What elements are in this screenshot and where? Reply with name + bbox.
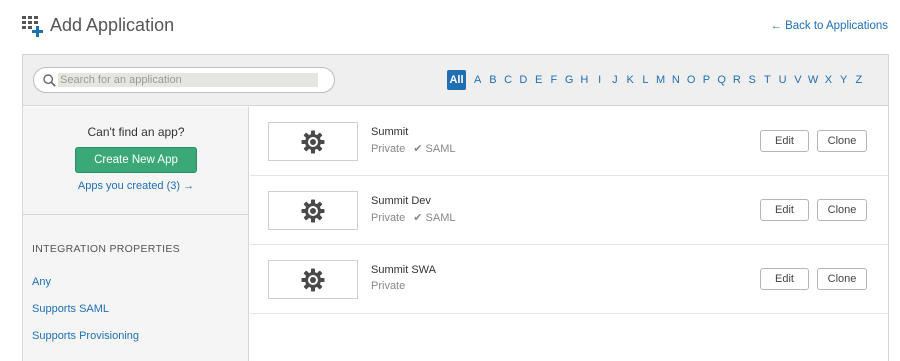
alpha-filter-c[interactable]: C	[501, 70, 516, 90]
alpha-filter-all[interactable]: All	[447, 70, 466, 90]
alpha-filter-u[interactable]: U	[775, 70, 790, 90]
gear-icon	[301, 199, 325, 222]
alpha-filter-m[interactable]: M	[653, 70, 668, 90]
create-new-app-button[interactable]: Create New App	[75, 147, 197, 173]
app-meta: Private ✔ SAML	[371, 142, 455, 155]
app-row: Summit Private ✔ SAML Edit Clone	[250, 107, 888, 176]
alpha-filter-k[interactable]: K	[623, 70, 638, 90]
clone-button[interactable]: Clone	[817, 130, 867, 152]
property-any-link[interactable]: Any	[32, 276, 51, 288]
alpha-filter-b[interactable]: B	[485, 70, 500, 90]
alpha-filter-n[interactable]: N	[668, 70, 683, 90]
alpha-filter-h[interactable]: H	[577, 70, 592, 90]
app-visibility: Private	[371, 143, 406, 155]
alpha-filter-p[interactable]: P	[699, 70, 714, 90]
alpha-filter-s[interactable]: S	[745, 70, 760, 90]
app-name[interactable]: Summit	[371, 126, 408, 138]
app-meta: Private ✔ SAML	[371, 211, 455, 224]
alpha-filter-f[interactable]: F	[546, 70, 561, 90]
alpha-filter-q[interactable]: Q	[714, 70, 729, 90]
alpha-filter-o[interactable]: O	[684, 70, 699, 90]
alpha-filter-a[interactable]: A	[470, 70, 485, 90]
add-application-icon	[22, 16, 43, 37]
app-name[interactable]: Summit SWA	[371, 264, 436, 276]
alpha-filter-d[interactable]: D	[516, 70, 531, 90]
page-title: Add Application	[50, 15, 175, 35]
alpha-filter-z[interactable]: Z	[851, 70, 866, 90]
property-supports-saml-link[interactable]: Supports SAML	[32, 303, 109, 315]
edit-button[interactable]: Edit	[760, 130, 809, 152]
search-box[interactable]	[33, 67, 335, 93]
app-visibility: Private	[371, 280, 406, 292]
alpha-filter-g[interactable]: G	[562, 70, 577, 90]
back-to-applications-link[interactable]: ← Back to Applications	[770, 20, 888, 32]
app-logo[interactable]	[268, 122, 358, 161]
integration-properties-heading: INTEGRATION PROPERTIES	[32, 243, 180, 255]
app-row: Summit Dev Private ✔ SAML Edit Clone	[250, 176, 888, 245]
alpha-filter-v[interactable]: V	[790, 70, 805, 90]
app-name[interactable]: Summit Dev	[371, 195, 431, 207]
app-visibility: Private	[371, 212, 406, 224]
app-logo[interactable]	[268, 260, 358, 299]
alpha-filter-r[interactable]: R	[729, 70, 744, 90]
search-bar: AllABCDEFGHIJKLMNOPQRSTUVWXYZ	[23, 55, 888, 106]
alpha-filter-e[interactable]: E	[531, 70, 546, 90]
edit-button[interactable]: Edit	[760, 199, 809, 221]
app-row: Summit SWA Private Edit Clone	[250, 245, 888, 314]
edit-button[interactable]: Edit	[760, 268, 809, 290]
page-header: Add Application ← Back to Applications	[0, 0, 900, 54]
sidebar-divider	[23, 214, 248, 215]
sidebar: Can't find an app? Create New App Apps y…	[23, 107, 249, 361]
search-input[interactable]	[58, 73, 318, 87]
gear-icon	[301, 130, 325, 153]
alpha-filter-x[interactable]: X	[821, 70, 836, 90]
search-icon	[43, 74, 56, 87]
clone-button[interactable]: Clone	[817, 199, 867, 221]
apps-you-created-link[interactable]: Apps you created (3) →	[23, 180, 249, 192]
alpha-filter-w[interactable]: W	[806, 70, 821, 90]
clone-button[interactable]: Clone	[817, 268, 867, 290]
property-supports-provisioning-link[interactable]: Supports Provisioning	[32, 330, 139, 342]
alpha-filter-t[interactable]: T	[760, 70, 775, 90]
app-meta: Private	[371, 280, 413, 292]
app-catalog-panel: AllABCDEFGHIJKLMNOPQRSTUVWXYZ Can't find…	[22, 54, 889, 361]
alphabet-filter: All A B C D E F G H I J K L M N O P Q R S T U V W X Y Z	[447, 70, 867, 90]
cant-find-text: Can't find an app?	[87, 125, 185, 139]
saml-badge: ✔ SAML	[413, 143, 456, 155]
app-logo[interactable]	[268, 191, 358, 230]
saml-badge: ✔ SAML	[413, 212, 456, 224]
alpha-filter-l[interactable]: L	[638, 70, 653, 90]
alpha-filter-j[interactable]: J	[607, 70, 622, 90]
alpha-filter-i[interactable]: I	[592, 70, 607, 90]
gear-icon	[301, 268, 325, 291]
alpha-filter-y[interactable]: Y	[836, 70, 851, 90]
